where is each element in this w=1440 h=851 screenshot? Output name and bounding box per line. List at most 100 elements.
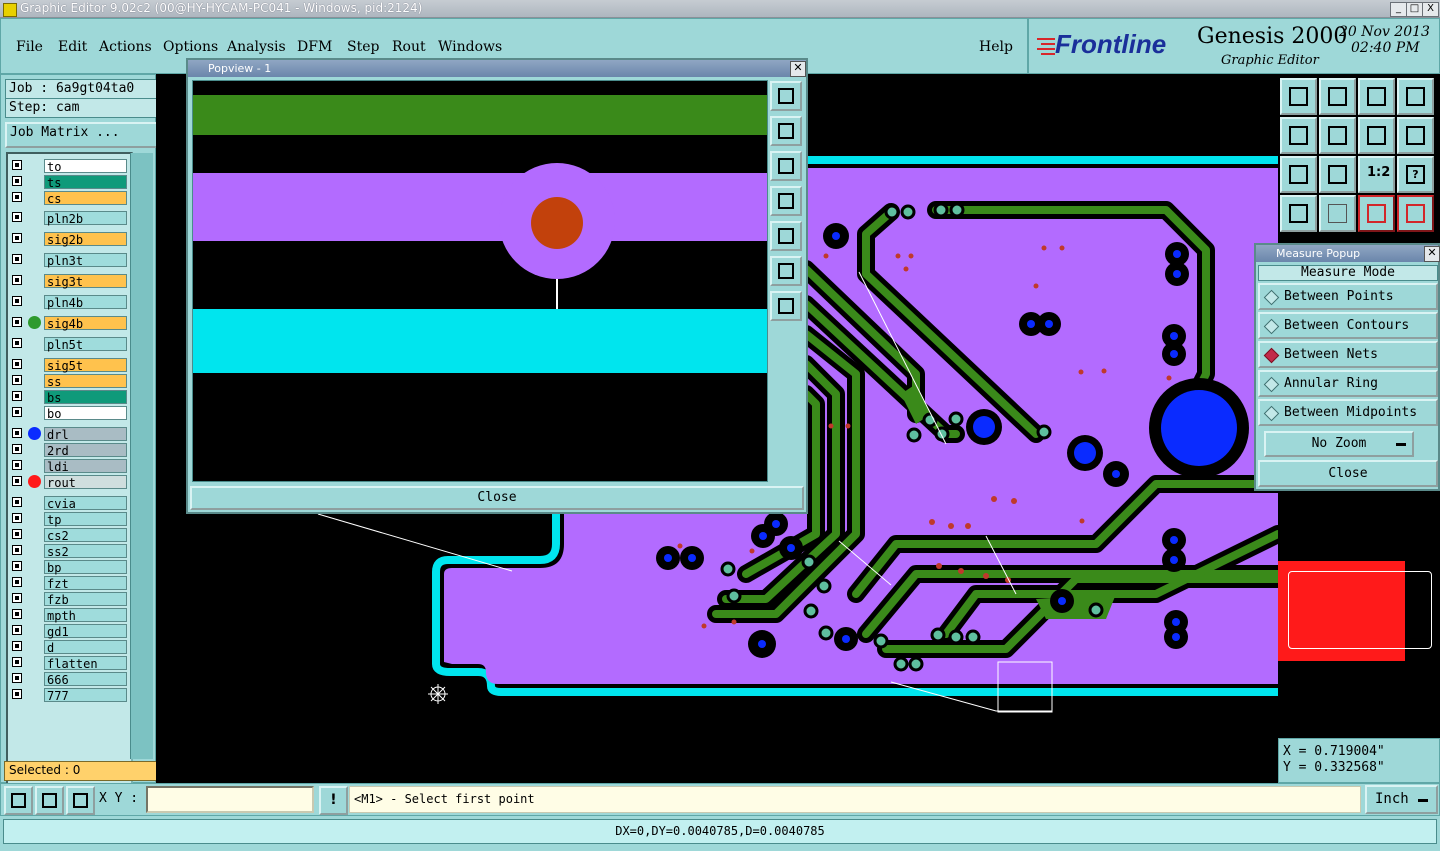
layer-row[interactable]: flatten bbox=[10, 656, 127, 671]
layer-name[interactable]: tp bbox=[44, 512, 127, 527]
pv-left-button[interactable] bbox=[770, 186, 802, 216]
menu-edit[interactable]: Edit bbox=[58, 39, 87, 55]
popview-close-icon[interactable]: ✕ bbox=[790, 61, 806, 77]
option-annular-ring[interactable]: Annular Ring bbox=[1258, 370, 1438, 397]
layer-checkbox[interactable] bbox=[12, 296, 22, 306]
home-view-button[interactable] bbox=[1358, 78, 1395, 115]
menu-help[interactable]: Help bbox=[979, 39, 1013, 55]
layer-name[interactable]: 2rd bbox=[44, 443, 127, 458]
layer-name[interactable]: pln2b bbox=[44, 211, 127, 226]
layer-row[interactable]: rout bbox=[10, 475, 127, 490]
layer-checkbox[interactable] bbox=[12, 625, 22, 635]
option-between-contours[interactable]: Between Contours bbox=[1258, 312, 1438, 339]
layer-name[interactable]: 666 bbox=[44, 672, 127, 687]
layer-row[interactable]: drl bbox=[10, 427, 127, 442]
layer-checkbox[interactable] bbox=[12, 338, 22, 348]
menu-dfm[interactable]: DFM bbox=[297, 39, 332, 55]
option-between-nets[interactable]: Between Nets bbox=[1258, 341, 1438, 368]
layer-row[interactable]: pln5t bbox=[10, 337, 127, 352]
layer-name[interactable]: rout bbox=[44, 475, 127, 490]
layer-row[interactable]: sig3t bbox=[10, 274, 127, 289]
layer-row[interactable]: to bbox=[10, 159, 127, 174]
layer-row[interactable]: gd1 bbox=[10, 624, 127, 639]
net-measure-button[interactable] bbox=[1397, 195, 1434, 232]
layer-name[interactable]: fzb bbox=[44, 592, 127, 607]
layer-checkbox[interactable] bbox=[12, 275, 22, 285]
zoom-fit-button[interactable] bbox=[1280, 156, 1317, 193]
layer-row[interactable]: sig2b bbox=[10, 232, 127, 247]
layer-checkbox[interactable] bbox=[12, 561, 22, 571]
layer-checkbox[interactable] bbox=[12, 254, 22, 264]
layer-checkbox[interactable] bbox=[12, 593, 22, 603]
layer-name[interactable]: ts bbox=[44, 175, 127, 190]
mini-map[interactable] bbox=[1278, 490, 1440, 736]
layer-name[interactable]: cvia bbox=[44, 496, 127, 511]
pan-right-button[interactable] bbox=[1319, 117, 1356, 154]
layer-name[interactable]: ldi bbox=[44, 459, 127, 474]
layer-checkbox[interactable] bbox=[12, 641, 22, 651]
layer-row[interactable]: 2rd bbox=[10, 443, 127, 458]
layer-row[interactable]: ldi bbox=[10, 459, 127, 474]
layer-row[interactable]: fzb bbox=[10, 592, 127, 607]
layer-checkbox[interactable] bbox=[12, 577, 22, 587]
layer-name[interactable]: pln5t bbox=[44, 337, 127, 352]
menu-rout[interactable]: Rout bbox=[392, 39, 426, 55]
layer-checkbox[interactable] bbox=[12, 317, 22, 327]
layer-checkbox[interactable] bbox=[12, 513, 22, 523]
layer-name[interactable]: sig2b bbox=[44, 232, 127, 247]
layer-name[interactable]: d bbox=[44, 640, 127, 655]
layer-name[interactable]: bs bbox=[44, 390, 127, 405]
zoom-home-button[interactable] bbox=[1280, 78, 1317, 115]
help-button[interactable]: ? bbox=[1397, 156, 1434, 193]
layer-name[interactable]: cs2 bbox=[44, 528, 127, 543]
layer-checkbox[interactable] bbox=[12, 192, 22, 202]
measure-tool-button[interactable] bbox=[35, 786, 64, 815]
job-matrix-button[interactable]: Job Matrix ... bbox=[5, 122, 160, 148]
pv-down-button[interactable] bbox=[770, 151, 802, 181]
layer-checkbox[interactable] bbox=[12, 407, 22, 417]
layer-name[interactable]: flatten bbox=[44, 656, 127, 671]
split-view-button[interactable] bbox=[1397, 78, 1434, 115]
layer-name[interactable]: sig5t bbox=[44, 358, 127, 373]
option-between-points[interactable]: Between Points bbox=[1258, 283, 1438, 310]
measure-close-button[interactable]: Close bbox=[1258, 460, 1438, 487]
menu-analysis[interactable]: Analysis bbox=[227, 39, 286, 55]
layer-row[interactable]: pln4b bbox=[10, 295, 127, 310]
zoom-center-button[interactable] bbox=[1319, 156, 1356, 193]
layer-name[interactable]: pln3t bbox=[44, 253, 127, 268]
pan-left-button[interactable] bbox=[1280, 117, 1317, 154]
layer-row[interactable]: cs bbox=[10, 191, 127, 206]
menu-options[interactable]: Options bbox=[163, 39, 218, 55]
pv-fit-button[interactable] bbox=[770, 256, 802, 286]
layer-checkbox[interactable] bbox=[12, 689, 22, 699]
layer-name[interactable]: 777 bbox=[44, 688, 127, 703]
layer-checkbox[interactable] bbox=[12, 497, 22, 507]
layer-row[interactable]: 777 bbox=[10, 688, 127, 703]
layer-name[interactable]: bo bbox=[44, 406, 127, 421]
layer-checkbox[interactable] bbox=[12, 391, 22, 401]
tools-button[interactable] bbox=[1280, 195, 1317, 232]
layer-checkbox[interactable] bbox=[12, 657, 22, 667]
layer-name[interactable]: cs bbox=[44, 191, 127, 206]
layer-row[interactable]: sig4b bbox=[10, 316, 127, 331]
layer-checkbox[interactable] bbox=[12, 212, 22, 222]
layer-checkbox[interactable] bbox=[12, 545, 22, 555]
layer-checkbox[interactable] bbox=[12, 375, 22, 385]
layer-row[interactable]: sig5t bbox=[10, 358, 127, 373]
layer-name[interactable]: fzt bbox=[44, 576, 127, 591]
layer-checkbox[interactable] bbox=[12, 233, 22, 243]
maximize-button[interactable]: □ bbox=[1406, 2, 1423, 17]
pv-right-button[interactable] bbox=[770, 221, 802, 251]
layer-name[interactable]: sig4b bbox=[44, 316, 127, 331]
pv-up-button[interactable] bbox=[770, 116, 802, 146]
layer-checkbox[interactable] bbox=[12, 359, 22, 369]
pv-zoom-button[interactable] bbox=[770, 81, 802, 111]
layer-name[interactable]: pln4b bbox=[44, 295, 127, 310]
layer-row[interactable]: bo bbox=[10, 406, 127, 421]
layer-row[interactable]: cs2 bbox=[10, 528, 127, 543]
layer-name[interactable]: drl bbox=[44, 427, 127, 442]
units-select[interactable]: Inch bbox=[1365, 785, 1438, 814]
xy-input[interactable] bbox=[146, 786, 314, 813]
layer-row[interactable]: mpth bbox=[10, 608, 127, 623]
layer-row[interactable]: d bbox=[10, 640, 127, 655]
